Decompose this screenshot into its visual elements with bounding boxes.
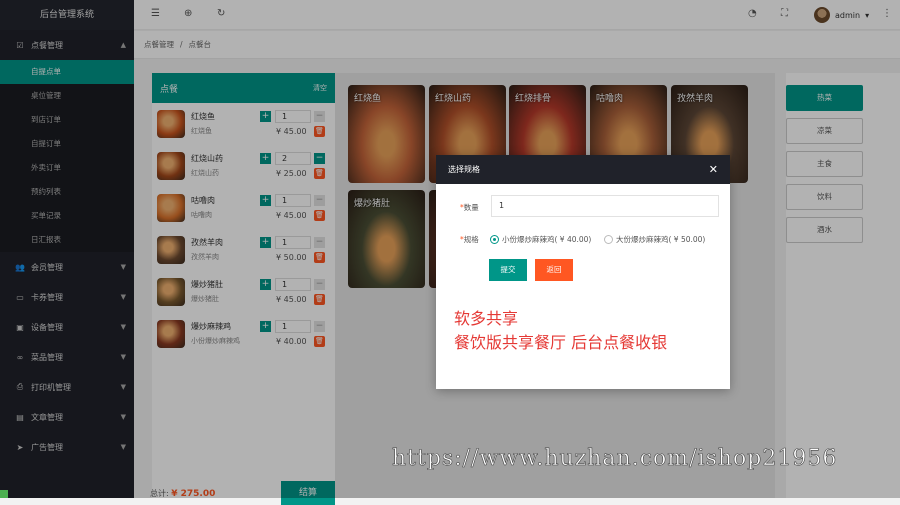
radio-selected-icon — [490, 235, 499, 244]
modal-header: 选择规格 ✕ — [436, 155, 730, 184]
radio-icon — [604, 235, 613, 244]
qty-label: *数量 — [460, 203, 479, 212]
spec-option-small[interactable]: 小份爆炒麻辣鸡( ¥ 40.00) — [490, 234, 591, 245]
promo-title: 软多共享 — [454, 309, 519, 328]
submit-button[interactable]: 提交 — [489, 259, 527, 281]
spec-option-large[interactable]: 大份爆炒麻辣鸡( ¥ 50.00) — [604, 234, 705, 245]
watermark-text: https://www.huzhan.com/ishop21956 — [392, 446, 838, 472]
promo-subtitle: 餐饮版共享餐厅 后台点餐收银 — [454, 333, 668, 352]
close-icon[interactable]: ✕ — [709, 163, 718, 176]
modal-title: 选择规格 — [448, 165, 480, 174]
corner-marker — [0, 490, 8, 498]
spec-label: *规格 — [460, 235, 479, 244]
qty-input[interactable]: 1 — [491, 195, 719, 217]
spec-modal: 选择规格 ✕ *数量 1 *规格 小份爆炒麻辣鸡( ¥ 40.00) 大份爆炒麻… — [436, 155, 730, 389]
back-button[interactable]: 返回 — [535, 259, 573, 281]
